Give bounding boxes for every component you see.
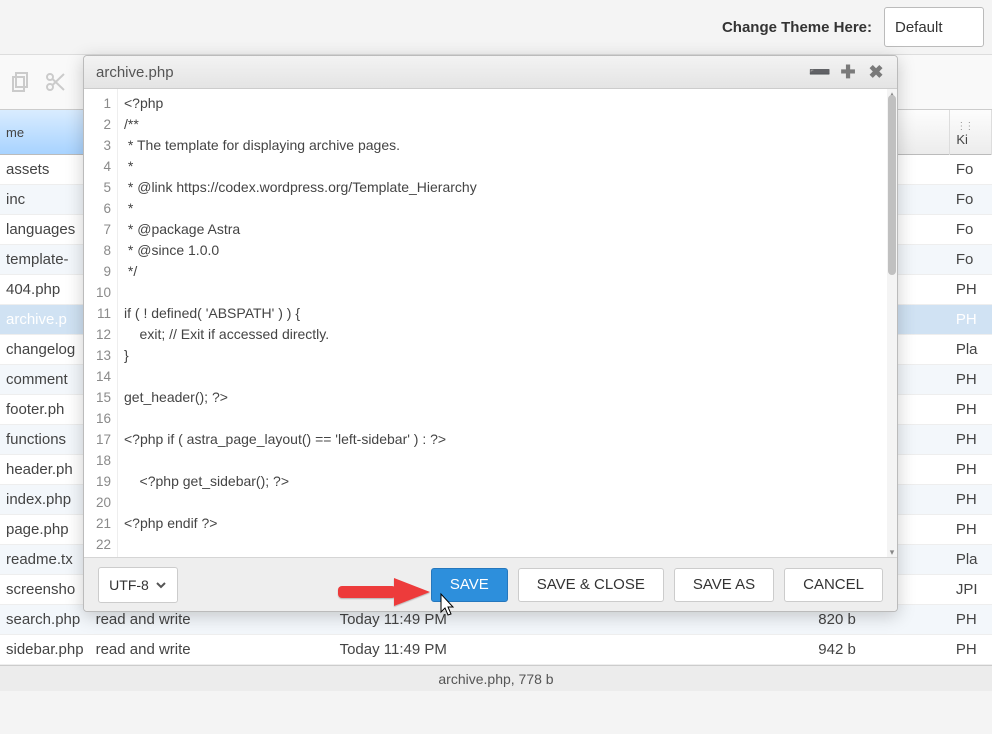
editor-dialog: archive.php ➖ ✚ ✖ 1234567891011121314151… [83, 55, 898, 612]
col-kind[interactable]: ⋮⋮ Ki [950, 110, 992, 155]
code-editor[interactable]: 12345678910111213141516171819202122 <?ph… [84, 89, 897, 557]
change-theme-label: Change Theme Here: [722, 19, 872, 36]
topbar: Change Theme Here: Default [0, 0, 992, 54]
cancel-button[interactable]: CANCEL [784, 568, 883, 602]
code-area[interactable]: <?php/** * The template for displaying a… [118, 89, 887, 557]
save-close-button[interactable]: SAVE & CLOSE [518, 568, 664, 602]
dialog-header[interactable]: archive.php ➖ ✚ ✖ [84, 56, 897, 89]
maximize-icon[interactable]: ✚ [839, 63, 857, 81]
status-bar: archive.php, 778 b [0, 665, 992, 691]
table-row[interactable]: sidebar.phpread and writeToday 11:49 PM9… [0, 635, 992, 665]
drag-handle-icon: ⋮⋮ [956, 121, 972, 132]
dialog-title: archive.php [96, 64, 801, 81]
minimize-icon[interactable]: ➖ [811, 63, 829, 81]
encoding-select[interactable]: UTF-8 [98, 567, 178, 603]
save-as-button[interactable]: SAVE AS [674, 568, 774, 602]
scissors-icon[interactable] [44, 70, 68, 94]
chevron-down-icon [155, 579, 167, 591]
copy-icon[interactable] [10, 70, 34, 94]
theme-select[interactable]: Default [884, 7, 984, 47]
line-gutter: 12345678910111213141516171819202122 [84, 89, 118, 557]
scrollbar[interactable]: ▴ ▾ [887, 89, 897, 557]
theme-select-value: Default [895, 19, 943, 36]
col-name[interactable]: me [0, 110, 90, 155]
encoding-value: UTF-8 [109, 577, 149, 593]
scroll-thumb[interactable] [888, 95, 896, 275]
save-button[interactable]: SAVE [431, 568, 508, 602]
close-icon[interactable]: ✖ [867, 63, 885, 81]
scroll-down-icon[interactable]: ▾ [887, 547, 897, 557]
dialog-footer: UTF-8 SAVE SAVE & CLOSE SAVE AS CANCEL [84, 557, 897, 611]
